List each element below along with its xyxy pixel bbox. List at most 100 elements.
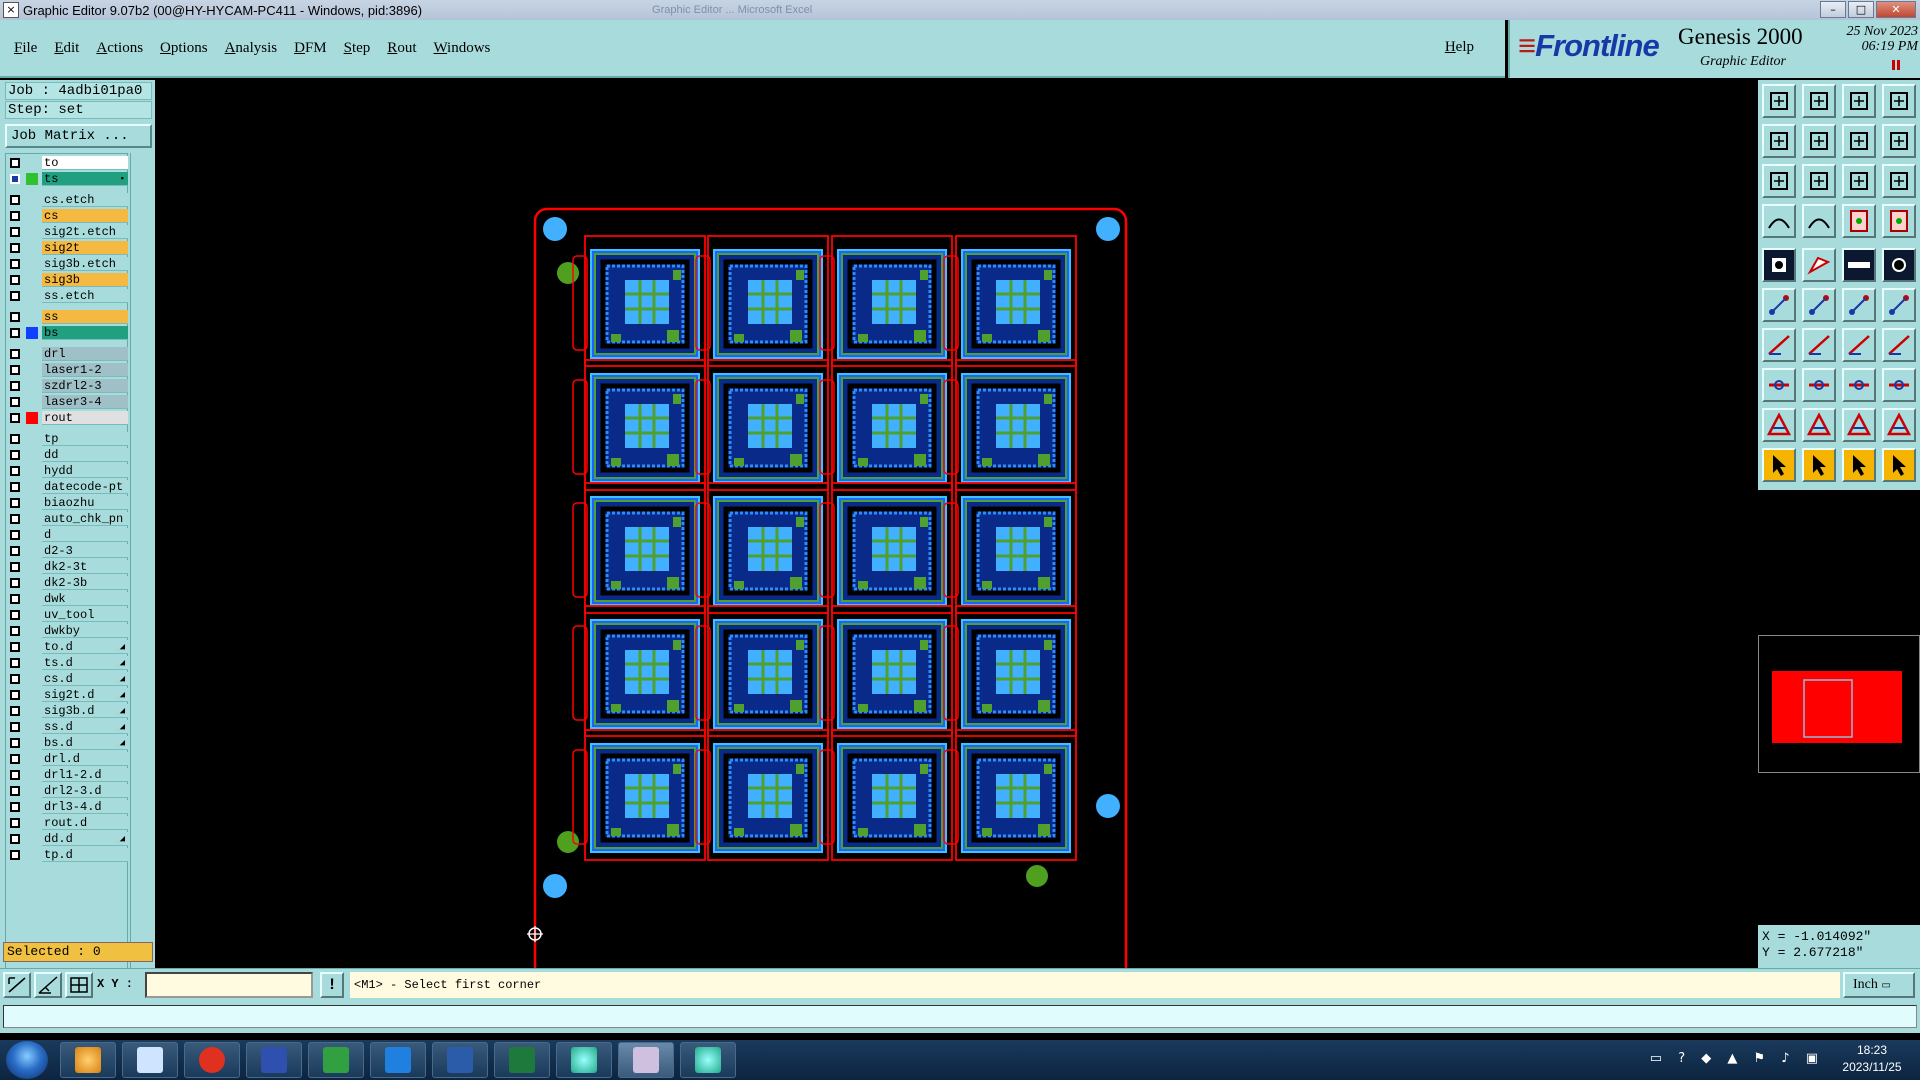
layer-checkbox[interactable] bbox=[10, 850, 20, 860]
layer-name[interactable]: cs.etch bbox=[42, 193, 128, 207]
layer-row-dd-d[interactable]: dd.d ◢ bbox=[8, 832, 128, 846]
pan-left-tool-button[interactable] bbox=[1762, 124, 1796, 158]
rotate-tool-button[interactable] bbox=[1842, 328, 1876, 362]
layer-row-drl2-3-d[interactable]: drl2-3.d bbox=[8, 784, 128, 798]
layer-checkbox[interactable] bbox=[10, 328, 20, 338]
layer-list-scrollbar[interactable] bbox=[130, 153, 152, 983]
layer-name[interactable]: biaozhu bbox=[42, 496, 128, 510]
snap-tool-button[interactable] bbox=[1762, 204, 1796, 238]
job-matrix-button[interactable]: Job Matrix ... bbox=[5, 124, 152, 148]
layer-checkbox[interactable] bbox=[10, 786, 20, 796]
text-b-tool-button[interactable] bbox=[1842, 408, 1876, 442]
layer-row-to[interactable]: to bbox=[8, 156, 128, 170]
window-tool-button[interactable] bbox=[1882, 84, 1916, 118]
taskbar-genesis-1[interactable] bbox=[556, 1042, 612, 1078]
layer-checkbox[interactable] bbox=[10, 626, 20, 636]
taskbar-word[interactable] bbox=[432, 1042, 488, 1078]
layer-row-bs-d[interactable]: bs.d ◢ bbox=[8, 736, 128, 750]
pointer-box-tool-button[interactable] bbox=[1802, 448, 1836, 482]
layer-row-ss[interactable]: ss bbox=[8, 310, 128, 324]
minimize-button[interactable]: – bbox=[1820, 1, 1846, 18]
layer-row-ss-d[interactable]: ss.d ◢ bbox=[8, 720, 128, 734]
layer-row-dwkby[interactable]: dwkby bbox=[8, 624, 128, 638]
layer-row-ss-etch[interactable]: ss.etch bbox=[8, 289, 128, 303]
layer-name[interactable]: cs bbox=[42, 209, 128, 223]
layer-name[interactable]: datecode-pt bbox=[42, 480, 128, 494]
layer-row-rout[interactable]: rout bbox=[8, 411, 128, 425]
layer-row-sig2t-etch[interactable]: sig2t.etch bbox=[8, 225, 128, 239]
align-tool-button[interactable] bbox=[1842, 368, 1876, 402]
layer-row-sig2t-d[interactable]: sig2t.d ◢ bbox=[8, 688, 128, 702]
overview-minimap[interactable] bbox=[1758, 635, 1920, 773]
layer-checkbox[interactable] bbox=[10, 562, 20, 572]
layer-row-drl1-2-d[interactable]: drl1-2.d bbox=[8, 768, 128, 782]
layer-name[interactable]: dk2-3b bbox=[42, 576, 128, 590]
close-button[interactable]: ✕ bbox=[1876, 1, 1916, 18]
layer-checkbox[interactable] bbox=[10, 706, 20, 716]
menu-help[interactable]: Help bbox=[1445, 39, 1474, 56]
layer-row-sig3b-etch[interactable]: sig3b.etch bbox=[8, 257, 128, 271]
move-tool-button[interactable] bbox=[1762, 368, 1796, 402]
pcb-panel-view[interactable] bbox=[155, 80, 1758, 1017]
layer-checkbox[interactable] bbox=[10, 690, 20, 700]
layer-checkbox[interactable] bbox=[10, 674, 20, 684]
layer-name[interactable]: uv_tool bbox=[42, 608, 128, 622]
layer-checkbox[interactable] bbox=[10, 610, 20, 620]
layer-checkbox[interactable] bbox=[10, 466, 20, 476]
layer-name[interactable]: bs bbox=[42, 326, 128, 340]
layer-row-sig3b[interactable]: sig3b bbox=[8, 273, 128, 287]
layer-name[interactable]: szdrl2-3 bbox=[42, 379, 128, 393]
layer-name[interactable]: drl3-4.d bbox=[42, 800, 128, 814]
layer-checkbox[interactable] bbox=[10, 498, 20, 508]
layer-name[interactable]: ts ▪ bbox=[42, 172, 128, 186]
units-selector[interactable]: Inch ▭ bbox=[1843, 972, 1915, 998]
pan-right-tool-button[interactable] bbox=[1802, 124, 1836, 158]
layer-checkbox[interactable] bbox=[10, 834, 20, 844]
pointer-tool-button[interactable] bbox=[1762, 448, 1796, 482]
layer-name[interactable]: drl1-2.d bbox=[42, 768, 128, 782]
menu-analysis[interactable]: Analysis bbox=[225, 40, 278, 57]
layer-name[interactable]: sig3b bbox=[42, 273, 128, 287]
dash-tool-button[interactable] bbox=[1802, 368, 1836, 402]
layer-name[interactable]: ss bbox=[42, 310, 128, 324]
layer-checkbox[interactable] bbox=[10, 381, 20, 391]
snap-mode-button[interactable] bbox=[3, 972, 31, 998]
layer-name[interactable]: dwk bbox=[42, 592, 128, 606]
menu-options[interactable]: Options bbox=[160, 40, 208, 57]
layer-row-uv-tool[interactable]: uv_tool bbox=[8, 608, 128, 622]
home-tool-button[interactable] bbox=[1842, 84, 1876, 118]
line-tool-button[interactable] bbox=[1842, 288, 1876, 322]
diagonal-tool-button[interactable] bbox=[1802, 328, 1836, 362]
layer-checkbox[interactable] bbox=[10, 546, 20, 556]
zoom-back-tool-button[interactable] bbox=[1842, 124, 1876, 158]
layer-name[interactable]: tp bbox=[42, 432, 128, 446]
pad-tool-button[interactable] bbox=[1882, 248, 1916, 282]
layer-row-biaozhu[interactable]: biaozhu bbox=[8, 496, 128, 510]
zoom-fit-tool-button[interactable] bbox=[1762, 164, 1796, 198]
layer-name[interactable]: sig2t.etch bbox=[42, 225, 128, 239]
layer-checkbox[interactable] bbox=[10, 530, 20, 540]
polygon-tool-button[interactable] bbox=[1802, 248, 1836, 282]
alert-icon[interactable]: ! bbox=[320, 972, 344, 998]
layer-checkbox[interactable] bbox=[10, 174, 20, 184]
layer-name[interactable]: dd.d ◢ bbox=[42, 832, 128, 846]
layer-name[interactable]: sig3b.etch bbox=[42, 257, 128, 271]
layer-name[interactable]: cs.d ◢ bbox=[42, 672, 128, 686]
zoom-center-tool-button[interactable] bbox=[1802, 164, 1836, 198]
menu-rout[interactable]: Rout bbox=[387, 40, 416, 57]
layer-checkbox[interactable] bbox=[10, 291, 20, 301]
layer-name[interactable]: dd bbox=[42, 448, 128, 462]
layer-checkbox[interactable] bbox=[10, 434, 20, 444]
layer-row-drl[interactable]: drl bbox=[8, 347, 128, 361]
layer-name[interactable]: d bbox=[42, 528, 128, 542]
layer-checkbox[interactable] bbox=[10, 754, 20, 764]
layer-row-rout-d[interactable]: rout.d bbox=[8, 816, 128, 830]
layer-row-datecode-pt[interactable]: datecode-pt bbox=[8, 480, 128, 494]
layer-name[interactable]: laser3-4 bbox=[42, 395, 128, 409]
grid-mode-button[interactable] bbox=[65, 972, 93, 998]
text-c-tool-button[interactable] bbox=[1882, 408, 1916, 442]
xy-input[interactable] bbox=[145, 972, 313, 998]
start-button[interactable] bbox=[6, 1041, 48, 1079]
layer-row-to-d[interactable]: to.d ◢ bbox=[8, 640, 128, 654]
message-field[interactable] bbox=[3, 1005, 1917, 1028]
